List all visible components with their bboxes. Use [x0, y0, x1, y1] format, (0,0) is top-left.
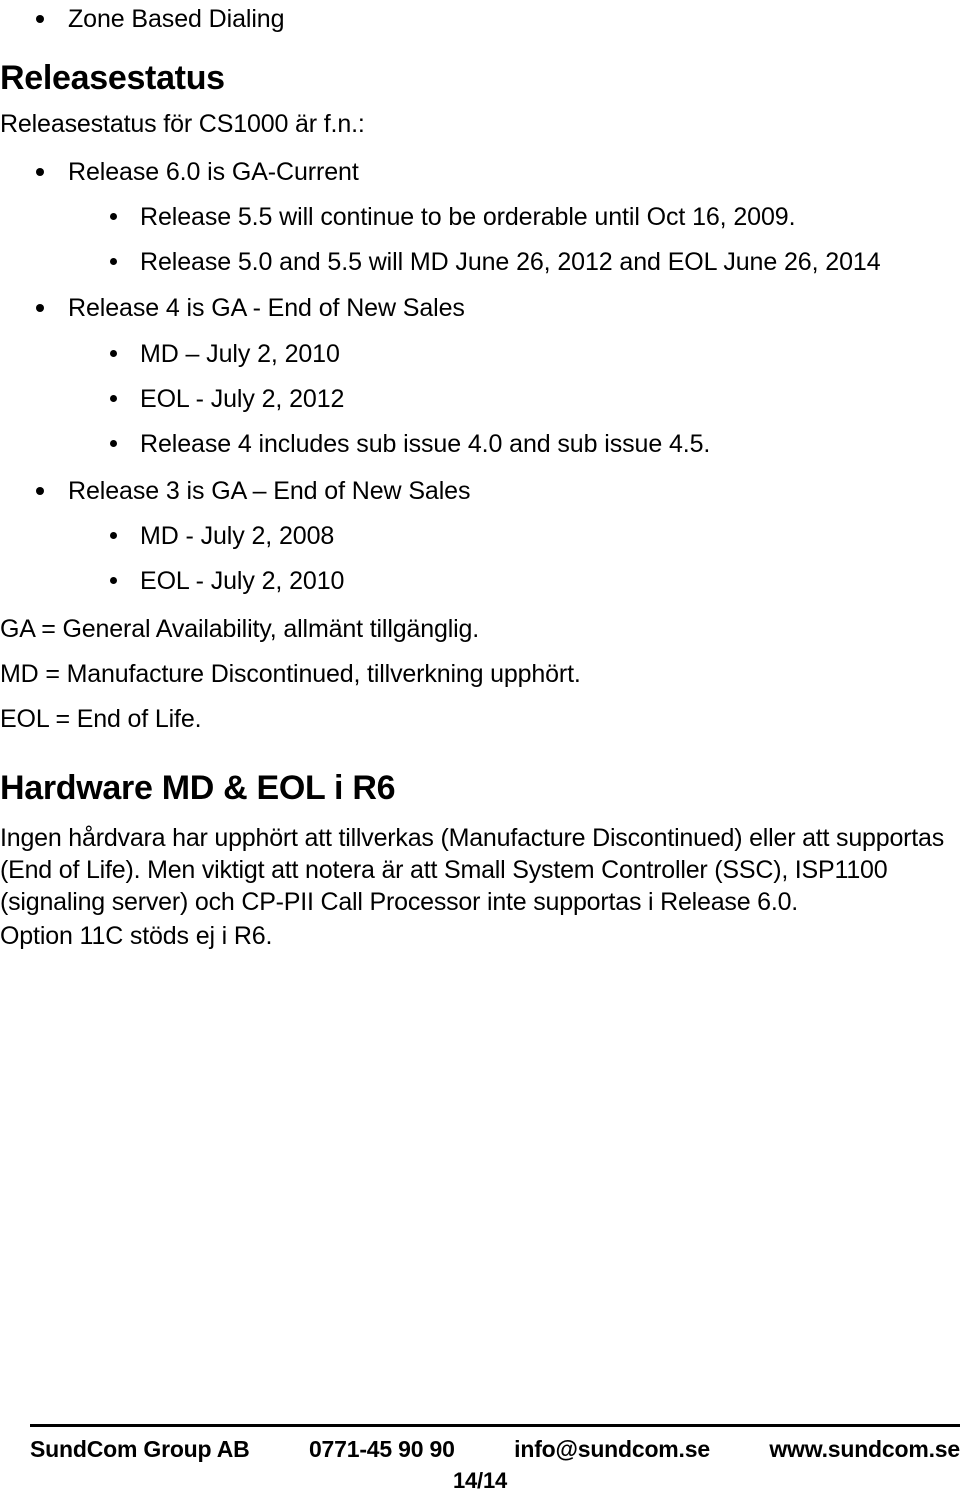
bullet-dot-icon [36, 304, 44, 312]
list-item: Zone Based Dialing [0, 4, 284, 34]
footer-email[interactable]: info@sundcom.se [514, 1436, 710, 1463]
list-item-label: Release 5.5 will continue to be orderabl… [140, 203, 796, 231]
list-item: EOL - July 2, 2012 [0, 384, 344, 414]
list-item: Release 6.0 is GA-Current [0, 157, 359, 187]
bullet-dot-icon [110, 440, 117, 447]
list-item-label: EOL - July 2, 2012 [140, 385, 345, 413]
document-page: Zone Based Dialing Releasestatus Release… [0, 0, 960, 1493]
intro-text: Releasestatus för CS1000 är f.n.: [0, 110, 365, 138]
list-item: Release 5.0 and 5.5 will MD June 26, 201… [0, 247, 881, 277]
page-number: 14/14 [452, 1468, 508, 1493]
footer-website[interactable]: www.sundcom.se [769, 1436, 960, 1463]
footer-phone: 0771-45 90 90 [308, 1436, 455, 1462]
bullet-dot-icon [110, 350, 117, 357]
page-title: Releasestatus [0, 59, 225, 97]
definition-eol: EOL = End of Life. [0, 705, 202, 733]
bullet-dot-icon [36, 168, 44, 176]
list-item: Release 3 is GA – End of New Sales [0, 476, 470, 506]
bullet-dot-icon [36, 15, 44, 23]
list-item: MD – July 2, 2010 [0, 339, 340, 369]
hardware-closing: Option 11C stöds ej i R6. [0, 922, 273, 950]
list-item-label: MD - July 2, 2008 [140, 522, 335, 550]
bullet-dot-icon [110, 213, 117, 220]
bullet-dot-icon [110, 258, 117, 265]
bullet-dot-icon [36, 487, 44, 495]
section-heading-hardware: Hardware MD & EOL i R6 [0, 769, 396, 807]
bullet-dot-icon [110, 577, 117, 584]
definition-ga: GA = General Availability, allmänt tillg… [0, 615, 480, 643]
list-item: Release 4 is GA - End of New Sales [0, 293, 465, 323]
definition-md: MD = Manufacture Discontinued, tillverkn… [0, 660, 581, 688]
list-item-label: Release 3 is GA – End of New Sales [68, 477, 471, 505]
list-item: Release 4 includes sub issue 4.0 and sub… [0, 429, 710, 459]
list-item-label: Zone Based Dialing [68, 5, 285, 33]
list-item: MD - July 2, 2008 [0, 521, 334, 551]
bullet-dot-icon [110, 532, 117, 539]
hardware-paragraph: Ingen hårdvara har upphört att tillverka… [0, 824, 945, 916]
footer-contact-row: SundCom Group AB 0771-45 90 90 info@sund… [30, 1436, 960, 1463]
list-item-label: Release 4 is GA - End of New Sales [68, 294, 465, 322]
bullet-dot-icon [110, 395, 117, 402]
list-item-label: Release 4 includes sub issue 4.0 and sub… [140, 430, 711, 458]
footer-company: SundCom Group AB [30, 1436, 250, 1462]
list-item-label: EOL - July 2, 2010 [140, 567, 345, 595]
list-item: EOL - July 2, 2010 [0, 566, 344, 596]
footer-divider [30, 1424, 960, 1427]
list-item-label: MD – July 2, 2010 [140, 340, 340, 368]
list-item-label: Release 5.0 and 5.5 will MD June 26, 201… [140, 248, 881, 276]
list-item-label: Release 6.0 is GA-Current [68, 158, 359, 186]
list-item: Release 5.5 will continue to be orderabl… [0, 202, 796, 232]
